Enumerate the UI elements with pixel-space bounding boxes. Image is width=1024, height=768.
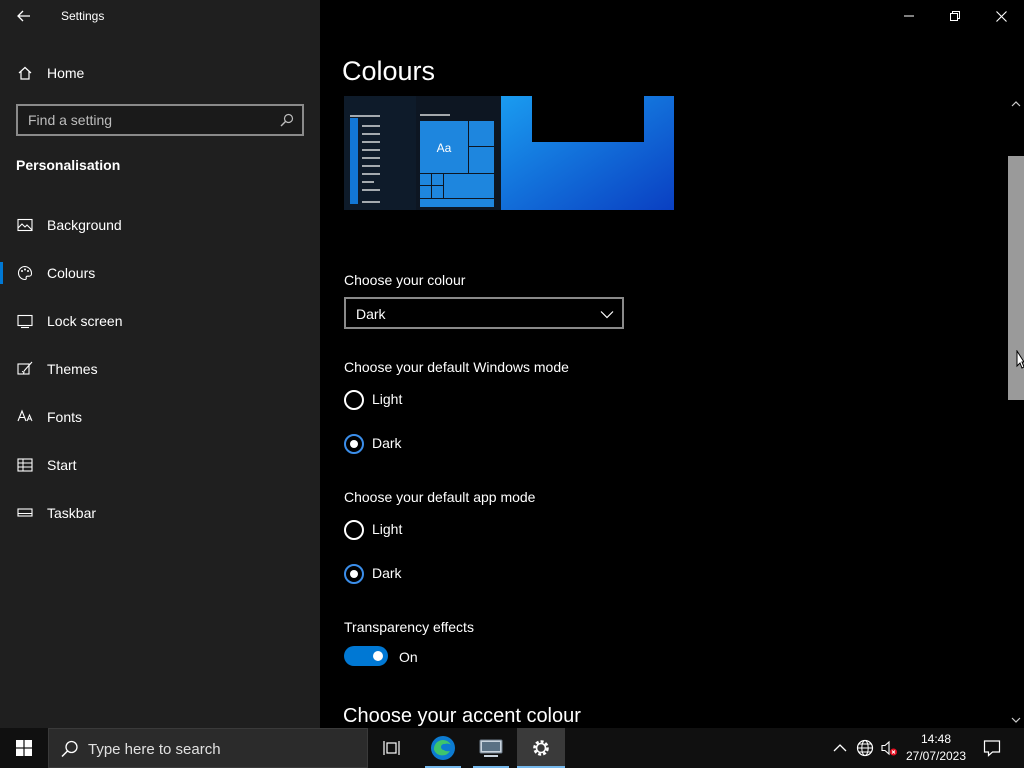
title-bar: Settings: [0, 0, 320, 32]
windows-logo-icon: [16, 740, 32, 756]
gear-icon: [533, 740, 549, 756]
restore-icon: [950, 11, 960, 21]
app-title: Settings: [61, 9, 105, 23]
brush-icon: [17, 361, 33, 375]
search-icon[interactable]: [280, 113, 294, 127]
sidebar-item-label: Background: [47, 217, 122, 233]
toggle-knob: [373, 651, 383, 661]
home-label: Home: [47, 65, 85, 81]
page-title: Colours: [342, 56, 436, 86]
clock-date: 27/07/2023: [905, 749, 967, 763]
taskbar: 14:48 27/07/2023: [0, 728, 1024, 768]
accent-colour-heading: Choose your accent colour: [343, 705, 581, 727]
transparency-label: Transparency effects: [344, 619, 474, 635]
task-view-icon: [383, 741, 400, 755]
colour-preview: Aa: [344, 96, 674, 210]
radio-circle[interactable]: [344, 390, 364, 410]
start-button[interactable]: [0, 728, 48, 768]
colour-dropdown-value: Dark: [356, 306, 386, 322]
radio-circle[interactable]: [344, 564, 364, 584]
globe-network-icon: [856, 739, 874, 757]
preview-image: Aa: [344, 96, 674, 210]
windows-mode-light-radio[interactable]: Light: [344, 390, 544, 414]
taskbar-settings-button[interactable]: [517, 728, 565, 768]
taskbar-app-button[interactable]: [467, 728, 515, 768]
restore-button[interactable]: [932, 0, 978, 32]
sidebar-item-label: Lock screen: [47, 313, 123, 329]
find-setting-input[interactable]: [28, 111, 268, 129]
app-mode-label: Choose your default app mode: [344, 489, 536, 505]
transparency-toggle[interactable]: [344, 646, 388, 666]
taskbar-icon: [17, 508, 33, 517]
lock-screen-icon: [17, 314, 33, 329]
sidebar-item-colours[interactable]: Colours: [0, 253, 320, 293]
radio-label: Dark: [372, 565, 402, 581]
back-arrow-icon: [17, 10, 30, 22]
radio-label: Light: [372, 391, 403, 407]
choose-colour-label: Choose your colour: [344, 272, 466, 288]
taskbar-clock[interactable]: 14:48 27/07/2023: [902, 731, 970, 765]
sidebar-item-lock-screen[interactable]: Lock screen: [0, 301, 320, 341]
clock-time: 14:48: [920, 732, 952, 746]
content-scrollbar[interactable]: [1007, 96, 1024, 728]
start-icon: [17, 458, 33, 472]
taskbar-search-input[interactable]: [88, 739, 348, 759]
app-mode-light-radio[interactable]: Light: [344, 520, 544, 544]
volume-tray-button[interactable]: [879, 738, 899, 758]
transparency-state: On: [399, 649, 418, 665]
radio-circle[interactable]: [344, 434, 364, 454]
volume-muted-icon: [881, 740, 897, 756]
radio-label: Dark: [372, 435, 402, 451]
scroll-up-arrow-icon[interactable]: [1010, 98, 1022, 110]
chevron-down-icon: [600, 311, 614, 319]
picture-icon: [17, 218, 33, 232]
radio-label: Light: [372, 521, 403, 537]
close-icon: [995, 10, 1007, 22]
section-heading: Personalisation: [16, 157, 121, 173]
action-center-button[interactable]: [982, 738, 1002, 758]
navigation-pane: Settings Home Personalisation Background…: [0, 0, 320, 728]
scroll-down-arrow-icon[interactable]: [1010, 714, 1022, 726]
sidebar-item-label: Fonts: [47, 409, 83, 425]
close-button[interactable]: [978, 0, 1024, 32]
sidebar-item-themes[interactable]: Themes: [0, 349, 320, 389]
search-icon: [61, 740, 78, 758]
taskbar-edge-button[interactable]: [419, 728, 467, 768]
mouse-cursor-icon: [1016, 350, 1024, 369]
chevron-up-icon: [833, 744, 847, 752]
font-icon: [17, 409, 33, 422]
radio-circle[interactable]: [344, 520, 364, 540]
app-mode-dark-radio[interactable]: Dark: [344, 564, 544, 588]
home-nav-item[interactable]: Home: [0, 57, 320, 89]
network-app-icon: [479, 739, 503, 757]
sidebar-item-label: Colours: [47, 265, 96, 281]
sidebar-item-label: Start: [47, 457, 77, 473]
minimize-button[interactable]: [886, 0, 932, 32]
find-setting-box[interactable]: [16, 104, 304, 136]
minimize-icon: [904, 15, 914, 17]
show-hidden-icons-button[interactable]: [830, 738, 850, 758]
task-view-button[interactable]: [368, 728, 416, 768]
sidebar-item-taskbar[interactable]: Taskbar: [0, 493, 320, 533]
edge-browser-icon: [431, 736, 455, 760]
sidebar-item-background[interactable]: Background: [0, 205, 320, 245]
sidebar-item-label: Themes: [47, 361, 98, 377]
sidebar-item-start[interactable]: Start: [0, 445, 320, 485]
palette-icon: [17, 265, 33, 281]
sidebar-item-fonts[interactable]: Fonts: [0, 397, 320, 437]
home-icon: [18, 66, 32, 80]
windows-mode-label: Choose your default Windows mode: [344, 359, 569, 375]
preview-tile-text: Aa: [437, 141, 452, 155]
notification-icon: [983, 740, 1001, 757]
network-tray-button[interactable]: [855, 738, 875, 758]
sidebar-item-label: Taskbar: [47, 505, 97, 521]
back-button[interactable]: [8, 0, 40, 32]
taskbar-search-box[interactable]: [48, 728, 368, 768]
colour-dropdown[interactable]: Dark: [344, 297, 624, 329]
windows-mode-dark-radio[interactable]: Dark: [344, 434, 544, 458]
